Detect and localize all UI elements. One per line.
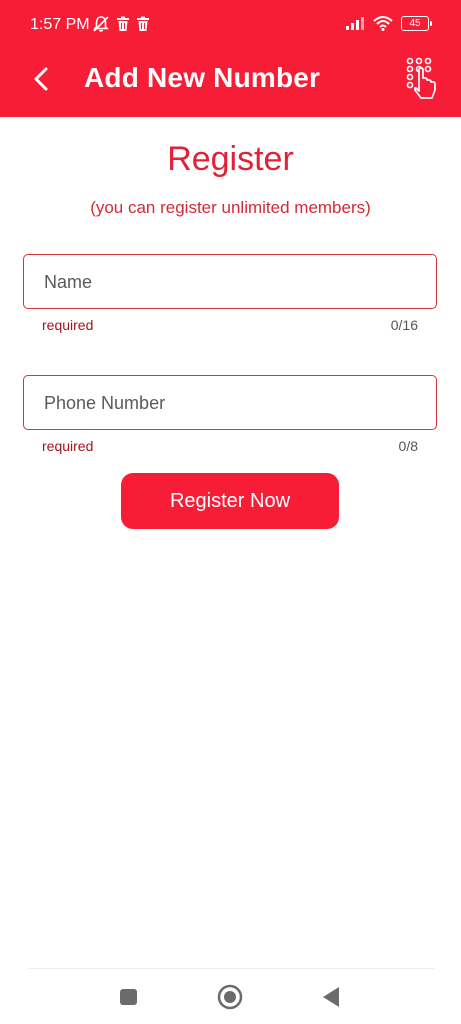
header: 1:57 PM 45 Add New Number [0, 0, 461, 117]
muted-bell-icon [93, 16, 109, 32]
nav-divider [28, 968, 434, 969]
name-field[interactable] [23, 254, 437, 310]
battery-icon: 45 [401, 15, 432, 31]
status-time: 1:57 PM [30, 16, 90, 33]
page-title: Add New Number [84, 62, 321, 93]
wifi-icon [373, 16, 393, 31]
app-bar: Add New Number [0, 50, 461, 117]
name-char-counter: 0/16 [390, 317, 418, 333]
dialpad-touch-icon[interactable] [404, 56, 440, 102]
name-input[interactable] [42, 255, 416, 310]
back-icon[interactable] [321, 980, 341, 1014]
home-icon[interactable] [217, 980, 243, 1014]
name-helper-text: required [42, 317, 94, 333]
phone-helper-text: required [42, 438, 94, 454]
chevron-left-icon[interactable] [30, 64, 52, 94]
register-now-button[interactable]: Register Now [121, 473, 339, 529]
form-subheading: (you can register unlimited members) [90, 198, 371, 217]
trash-icon [117, 16, 129, 31]
form-heading: Register [167, 140, 294, 178]
signal-icon [346, 17, 364, 30]
status-bar: 1:57 PM 45 [0, 0, 461, 50]
phone-field[interactable] [23, 375, 437, 431]
phone-input[interactable] [42, 376, 416, 431]
battery-level: 45 [409, 17, 421, 29]
recent-apps-icon[interactable] [119, 980, 139, 1014]
phone-char-counter: 0/8 [398, 438, 418, 454]
trash-icon [137, 16, 149, 31]
